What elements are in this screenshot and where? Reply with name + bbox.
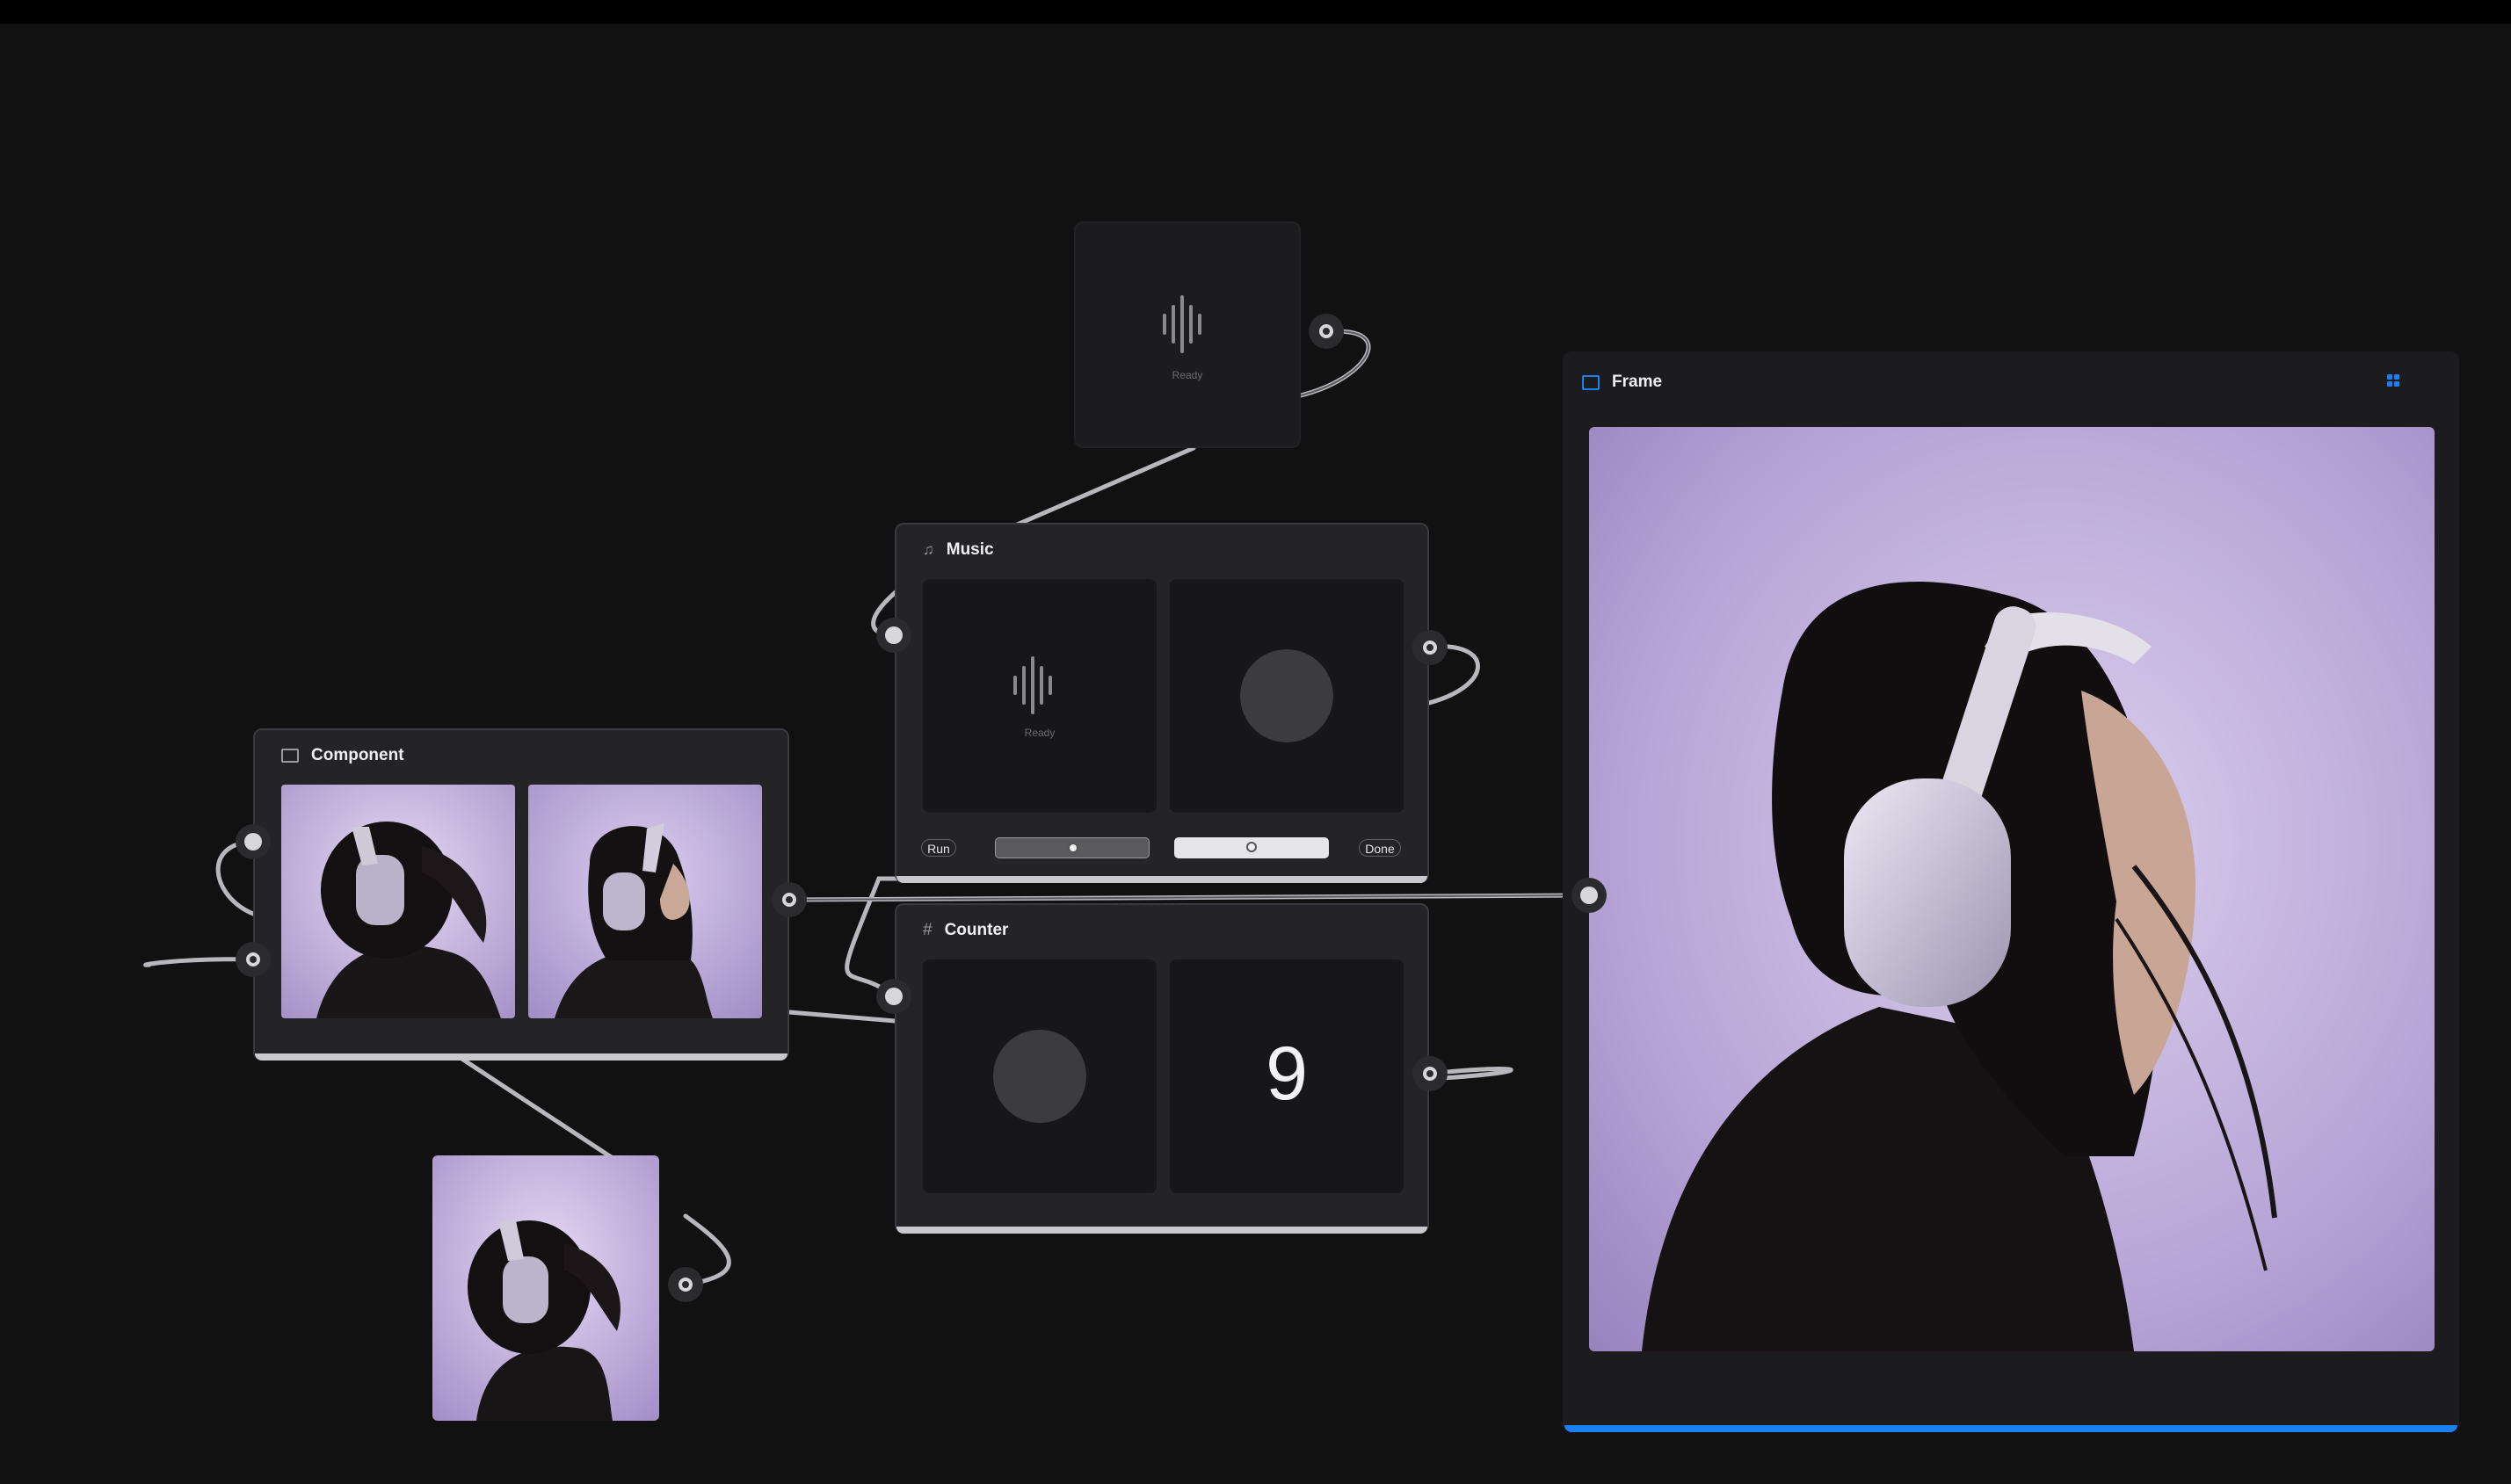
component-input-port-1[interactable]: [236, 824, 271, 859]
counter-title: Counter: [944, 921, 1009, 939]
grid-icon[interactable]: [2387, 374, 2399, 387]
wire-component-to-image: [458, 1055, 618, 1162]
component-icon: [281, 749, 299, 763]
wire-component-to-counter: [787, 1010, 897, 1024]
frame-input-port[interactable]: [1571, 878, 1607, 913]
disc-placeholder: [1240, 649, 1333, 742]
frame-header: Frame: [1564, 353, 2457, 411]
waveform-icon: [1013, 656, 1052, 714]
component-header: Component: [255, 730, 787, 781]
image-output-port[interactable]: [668, 1267, 703, 1302]
hash-icon: #: [923, 921, 933, 939]
frame-icon: [1582, 374, 1600, 390]
frame-node[interactable]: Frame: [1563, 351, 2459, 1432]
music-header: ♫ Music: [896, 525, 1427, 576]
image-node[interactable]: [432, 1155, 659, 1421]
audio-status: Ready: [1172, 369, 1203, 381]
component-footer-bar: [255, 1053, 787, 1061]
slider-2-knob[interactable]: [1246, 842, 1257, 852]
music-slider-2[interactable]: [1174, 837, 1329, 858]
frame-photo: [1589, 427, 2435, 1351]
music-tile-status: Ready: [1024, 727, 1056, 739]
disc-placeholder: [993, 1030, 1086, 1123]
counter-value-tile: 9: [1170, 959, 1404, 1193]
counter-disc-tile: [923, 959, 1157, 1193]
audio-node[interactable]: Ready: [1074, 221, 1301, 448]
music-title: Music: [946, 540, 994, 559]
audio-output-port[interactable]: [1309, 314, 1344, 349]
counter-input-port[interactable]: [876, 979, 911, 1014]
component-photo-1: [281, 785, 515, 1018]
music-disc-tile: [1170, 579, 1404, 813]
music-output-port[interactable]: [1412, 630, 1448, 665]
music-slider-1[interactable]: [995, 837, 1150, 858]
counter-output-port[interactable]: [1412, 1056, 1448, 1091]
counter-footer-bar: [896, 1227, 1427, 1234]
waveform-icon: [1163, 295, 1201, 353]
music-node[interactable]: ♫ Music Ready Run Done: [895, 523, 1429, 883]
component-output-port[interactable]: [772, 882, 807, 917]
counter-node[interactable]: # Counter 9: [895, 903, 1429, 1234]
music-waveform-tile: Ready: [923, 579, 1157, 813]
frame-accent-bar: [1564, 1425, 2457, 1432]
music-input-port[interactable]: [876, 618, 911, 653]
slider-1-knob[interactable]: [1068, 843, 1078, 853]
component-title: Component: [311, 746, 404, 764]
wire-audio-to-music-2: [1012, 445, 1196, 528]
frame-title: Frame: [1612, 373, 1663, 391]
done-button[interactable]: Done: [1359, 839, 1401, 857]
music-footer-bar: [896, 876, 1427, 883]
component-input-port-2[interactable]: [236, 942, 271, 977]
component-node[interactable]: Component: [253, 728, 789, 1061]
counter-value: 9: [1266, 1032, 1308, 1116]
component-photo-2: [528, 785, 762, 1018]
run-button[interactable]: Run: [921, 839, 956, 857]
counter-header: # Counter: [896, 905, 1427, 956]
music-note-icon: ♫: [923, 541, 934, 558]
